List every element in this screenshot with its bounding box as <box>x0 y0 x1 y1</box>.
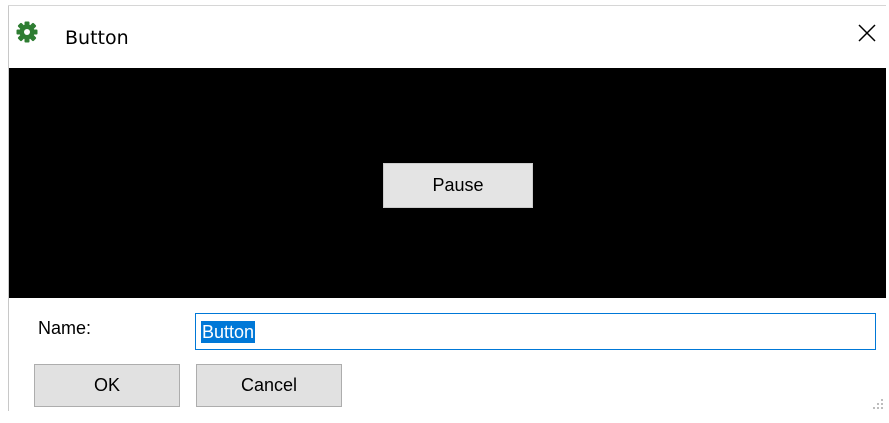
cancel-button[interactable]: Cancel <box>196 364 342 407</box>
name-label: Name: <box>38 318 92 338</box>
title-bar[interactable] <box>9 6 886 68</box>
gear-icon <box>16 21 38 43</box>
close-button[interactable] <box>846 14 888 56</box>
name-input-value: Button <box>201 320 256 343</box>
dialog-window: Button Pause Name: Button OK Cancel <box>0 0 889 423</box>
resize-grip-icon[interactable] <box>872 395 884 409</box>
name-input[interactable]: Button <box>195 313 876 350</box>
ok-button[interactable]: OK <box>34 364 180 407</box>
preview-button[interactable]: Pause <box>383 163 533 208</box>
close-icon <box>857 23 877 47</box>
window-title: Button <box>65 27 129 49</box>
button-preview-area: Pause <box>9 68 886 298</box>
